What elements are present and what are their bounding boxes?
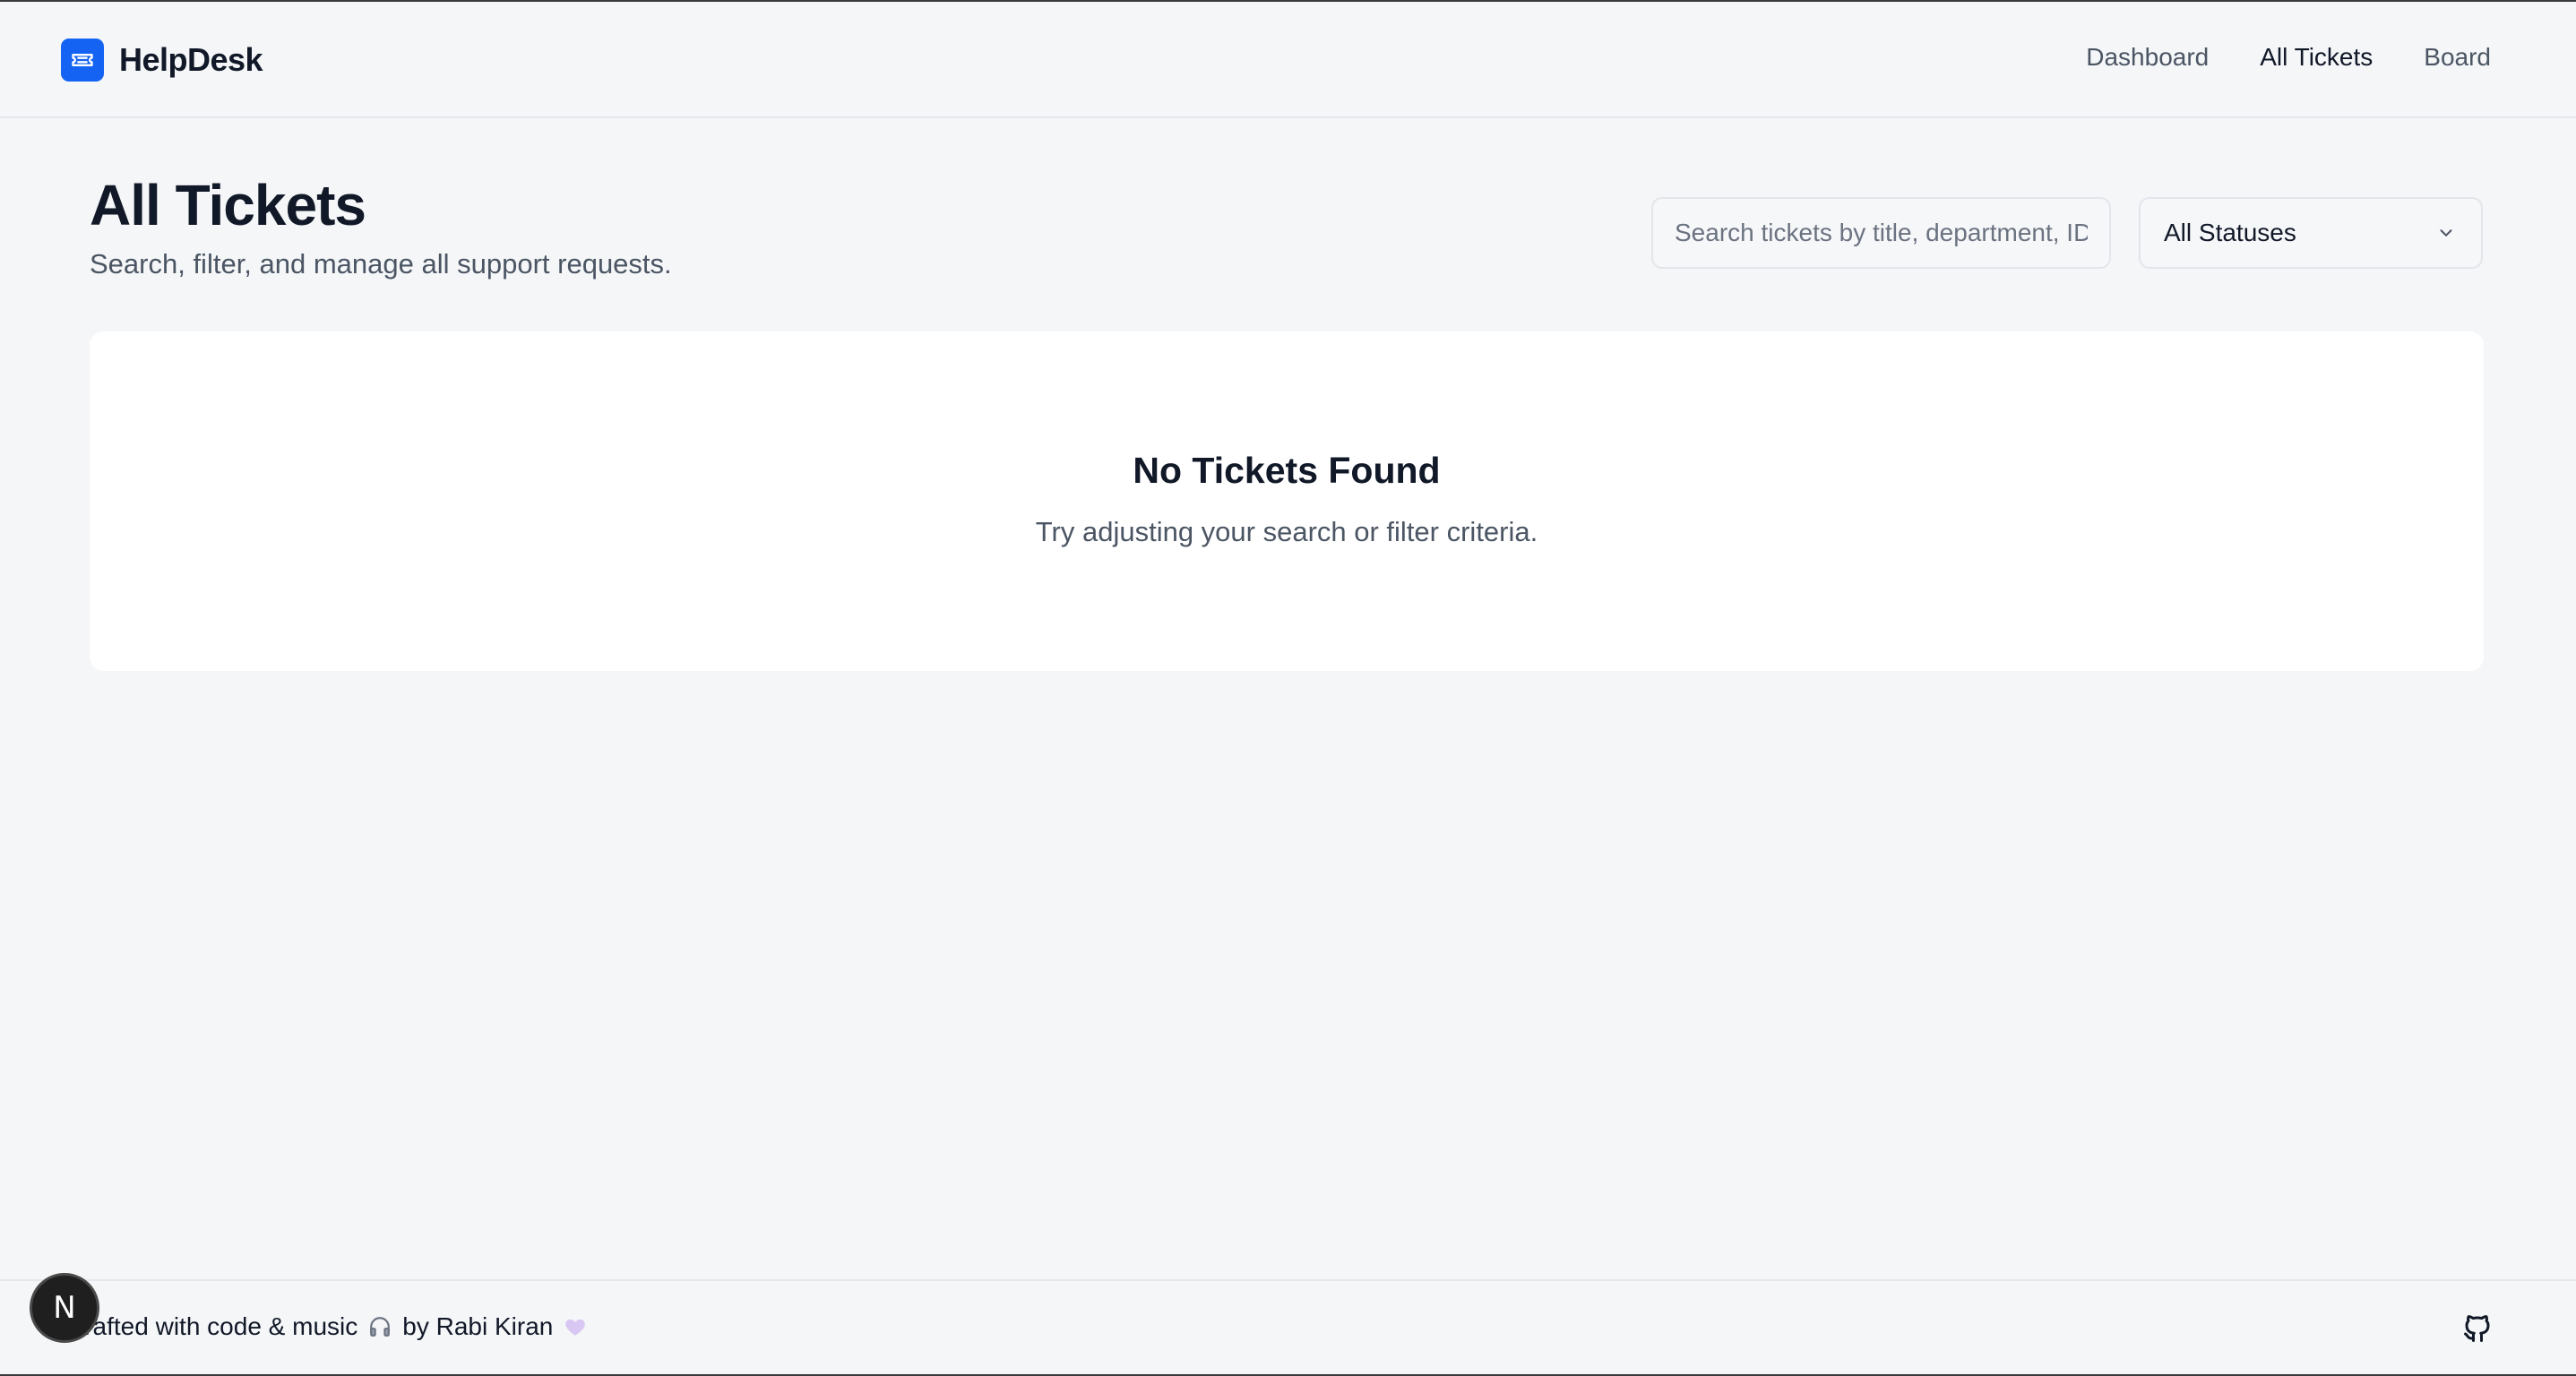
footer-credit: Crafted with code & music by Rabi Kiran [66,1312,589,1341]
dev-tools-badge[interactable]: N [30,1273,99,1343]
empty-state-title: No Tickets Found [1133,450,1441,491]
empty-state-text: Try adjusting your search or filter crit… [1035,516,1538,547]
chevron-down-icon [2434,221,2458,245]
github-icon[interactable] [2458,1309,2497,1348]
status-filter-value: All Statuses [2164,219,2296,246]
ticket-icon [61,39,104,82]
footer-text-mid: by Rabi Kiran [402,1312,554,1340]
brand-name: HelpDesk [119,41,263,78]
heart-icon [562,1313,589,1340]
page-subtitle: Search, filter, and manage all support r… [90,248,672,280]
app-frame: HelpDesk Dashboard All Tickets Board All… [0,0,2576,1376]
footer-text-start: Crafted with code & music [66,1312,358,1340]
nav-board[interactable]: Board [2424,43,2491,72]
nav-all-tickets[interactable]: All Tickets [2260,43,2373,72]
status-filter-select[interactable]: All Statuses [2139,197,2483,269]
nav-dashboard[interactable]: Dashboard [2086,43,2209,72]
footer: Crafted with code & music by Rabi Kiran [0,1279,2576,1374]
headphones-icon [366,1313,393,1340]
top-header: HelpDesk Dashboard All Tickets Board [0,2,2576,118]
brand[interactable]: HelpDesk [61,39,263,82]
tickets-empty-card: No Tickets Found Try adjusting your sear… [90,331,2484,671]
page-title: All Tickets [90,173,366,237]
search-input[interactable] [1651,197,2111,269]
main-nav: Dashboard All Tickets Board [2086,43,2491,72]
